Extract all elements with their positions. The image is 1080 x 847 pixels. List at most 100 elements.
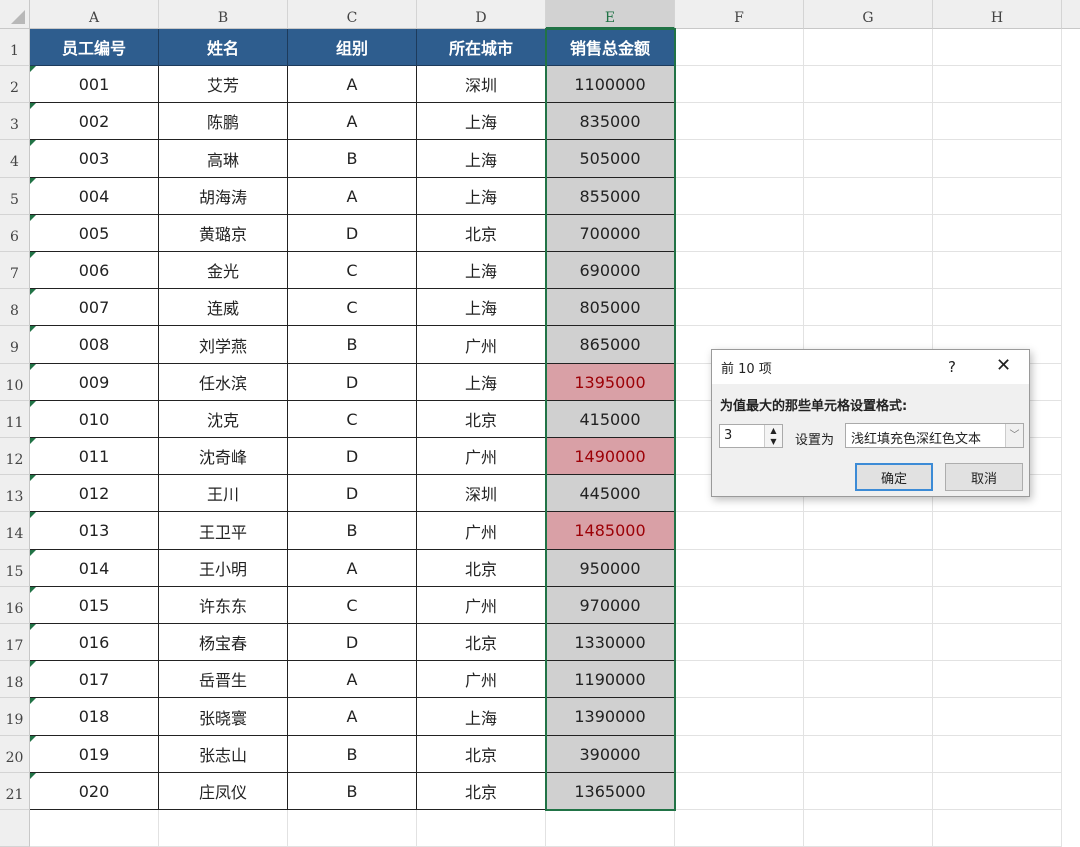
table-cell[interactable]: 007 <box>30 289 159 326</box>
table-cell[interactable]: 001 <box>30 66 159 103</box>
cancel-button[interactable]: 取消 <box>945 463 1023 491</box>
spin-down-icon[interactable]: ▼ <box>765 436 782 447</box>
table-cell[interactable]: D <box>288 364 417 401</box>
table-cell[interactable]: 上海 <box>417 103 546 140</box>
ok-button[interactable]: 确定 <box>855 463 933 491</box>
header-cell[interactable]: 姓名 <box>159 29 288 66</box>
sales-cell[interactable]: 415000 <box>546 401 675 438</box>
table-cell[interactable]: 沈克 <box>159 401 288 438</box>
table-cell[interactable]: 深圳 <box>417 475 546 512</box>
empty-cell[interactable] <box>804 252 933 289</box>
row-header[interactable]: 12 <box>0 438 30 475</box>
empty-cell[interactable] <box>933 736 1062 773</box>
sales-cell[interactable]: 950000 <box>546 550 675 587</box>
row-header[interactable]: 6 <box>0 215 30 252</box>
empty-cell[interactable] <box>933 512 1062 550</box>
row-header[interactable]: 20 <box>0 736 30 773</box>
empty-cell[interactable] <box>804 215 933 252</box>
table-cell[interactable]: 上海 <box>417 252 546 289</box>
table-cell[interactable]: A <box>288 550 417 587</box>
table-cell[interactable]: 杨宝春 <box>159 624 288 661</box>
empty-cell[interactable] <box>675 698 804 736</box>
row-header[interactable] <box>0 810 30 847</box>
column-header-B[interactable]: B <box>159 0 288 29</box>
column-header-H[interactable]: H <box>933 0 1062 29</box>
count-spinner[interactable]: ▲ ▼ <box>764 425 782 447</box>
row-header[interactable]: 19 <box>0 698 30 736</box>
sales-cell[interactable]: 970000 <box>546 587 675 624</box>
empty-cell[interactable] <box>933 178 1062 215</box>
row-header[interactable]: 9 <box>0 326 30 364</box>
table-cell[interactable]: A <box>288 178 417 215</box>
table-cell[interactable]: 016 <box>30 624 159 661</box>
empty-cell[interactable] <box>804 810 933 847</box>
row-header[interactable]: 8 <box>0 289 30 326</box>
sales-cell[interactable]: 1330000 <box>546 624 675 661</box>
table-cell[interactable]: 020 <box>30 773 159 810</box>
empty-cell[interactable] <box>933 252 1062 289</box>
table-cell[interactable]: 沈奇峰 <box>159 438 288 475</box>
table-cell[interactable]: 张晓寰 <box>159 698 288 736</box>
column-header-E[interactable]: E <box>546 0 675 29</box>
row-header[interactable]: 4 <box>0 140 30 178</box>
sales-cell[interactable]: 865000 <box>546 326 675 364</box>
table-cell[interactable]: 上海 <box>417 698 546 736</box>
table-cell[interactable]: B <box>288 736 417 773</box>
sales-cell[interactable]: 1395000 <box>546 364 675 401</box>
empty-cell[interactable] <box>804 66 933 103</box>
empty-cell[interactable] <box>933 773 1062 810</box>
table-cell[interactable]: 广州 <box>417 587 546 624</box>
table-cell[interactable]: 广州 <box>417 661 546 698</box>
table-cell[interactable]: 岳晋生 <box>159 661 288 698</box>
empty-cell[interactable] <box>933 587 1062 624</box>
table-cell[interactable]: 连威 <box>159 289 288 326</box>
empty-cell[interactable] <box>159 810 288 847</box>
empty-cell[interactable] <box>675 550 804 587</box>
table-cell[interactable]: D <box>288 624 417 661</box>
sales-cell[interactable]: 1390000 <box>546 698 675 736</box>
table-cell[interactable]: 胡海涛 <box>159 178 288 215</box>
table-cell[interactable]: 广州 <box>417 438 546 475</box>
table-cell[interactable]: A <box>288 66 417 103</box>
empty-cell[interactable] <box>675 810 804 847</box>
table-cell[interactable]: 上海 <box>417 364 546 401</box>
table-cell[interactable]: 北京 <box>417 624 546 661</box>
table-cell[interactable]: 高琳 <box>159 140 288 178</box>
table-cell[interactable]: 任水滨 <box>159 364 288 401</box>
sales-cell[interactable]: 700000 <box>546 215 675 252</box>
empty-cell[interactable] <box>804 624 933 661</box>
empty-cell[interactable] <box>675 512 804 550</box>
format-select[interactable]: 浅红填充色深红色文本 ﹀ <box>845 423 1024 448</box>
sales-cell[interactable]: 505000 <box>546 140 675 178</box>
table-cell[interactable]: 009 <box>30 364 159 401</box>
row-header[interactable]: 13 <box>0 475 30 512</box>
empty-cell[interactable] <box>933 66 1062 103</box>
table-cell[interactable]: 北京 <box>417 550 546 587</box>
table-cell[interactable]: 006 <box>30 252 159 289</box>
table-cell[interactable]: 004 <box>30 178 159 215</box>
empty-cell[interactable] <box>804 550 933 587</box>
table-cell[interactable]: 012 <box>30 475 159 512</box>
chevron-down-icon[interactable]: ﹀ <box>1005 424 1023 447</box>
table-cell[interactable]: 庄凤仪 <box>159 773 288 810</box>
table-cell[interactable]: 010 <box>30 401 159 438</box>
table-cell[interactable]: 王小明 <box>159 550 288 587</box>
empty-cell[interactable] <box>675 103 804 140</box>
table-cell[interactable]: C <box>288 252 417 289</box>
row-header[interactable]: 18 <box>0 661 30 698</box>
column-header-G[interactable]: G <box>804 0 933 29</box>
dialog-title-bar[interactable]: 前 10 项 <box>712 350 1029 384</box>
empty-cell[interactable] <box>933 140 1062 178</box>
close-icon[interactable]: ✕ <box>996 355 1011 376</box>
table-cell[interactable]: 张志山 <box>159 736 288 773</box>
empty-cell[interactable] <box>804 29 933 66</box>
table-cell[interactable]: 广州 <box>417 326 546 364</box>
empty-cell[interactable] <box>933 215 1062 252</box>
empty-cell[interactable] <box>675 29 804 66</box>
empty-cell[interactable] <box>288 810 417 847</box>
row-header[interactable]: 3 <box>0 103 30 140</box>
empty-cell[interactable] <box>675 252 804 289</box>
table-cell[interactable]: 015 <box>30 587 159 624</box>
table-cell[interactable]: 广州 <box>417 512 546 550</box>
column-header-A[interactable]: A <box>30 0 159 29</box>
